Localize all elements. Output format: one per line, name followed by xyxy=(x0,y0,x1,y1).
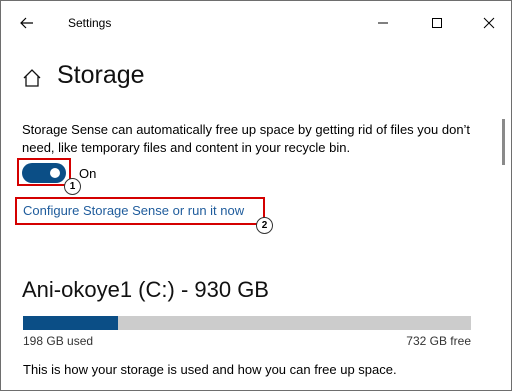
link-highlight-box xyxy=(15,197,265,225)
drive-title: Ani-okoye1 (C:) - 930 GB xyxy=(22,277,269,302)
storage-usage-fill xyxy=(23,316,119,330)
storage-usage-bar xyxy=(23,316,471,330)
close-button[interactable] xyxy=(469,9,509,37)
scrollbar-thumb[interactable] xyxy=(502,119,505,165)
title-bar: Settings xyxy=(1,1,511,45)
callout-badge-2: 2 xyxy=(256,217,273,234)
minimize-button[interactable] xyxy=(363,9,403,37)
page-title: Storage xyxy=(57,61,145,89)
close-icon xyxy=(483,17,495,29)
toggle-state-label: On xyxy=(79,166,97,181)
back-button[interactable] xyxy=(13,9,41,37)
used-space-label: 198 GB used xyxy=(23,334,94,348)
storage-info-text: This is how your storage is used and how… xyxy=(23,362,397,377)
storage-sense-description: Storage Sense can automatically free up … xyxy=(22,122,471,155)
maximize-button[interactable] xyxy=(417,9,457,37)
minimize-icon xyxy=(378,22,388,24)
maximize-icon xyxy=(432,18,442,28)
window-title: Settings xyxy=(68,16,112,30)
home-icon xyxy=(23,69,41,87)
toggle-highlight-box xyxy=(17,158,71,186)
back-arrow-icon xyxy=(20,17,33,29)
settings-window: Settings Storage Storage Sense can autom… xyxy=(0,0,512,391)
free-space-label: 732 GB free xyxy=(406,334,471,348)
